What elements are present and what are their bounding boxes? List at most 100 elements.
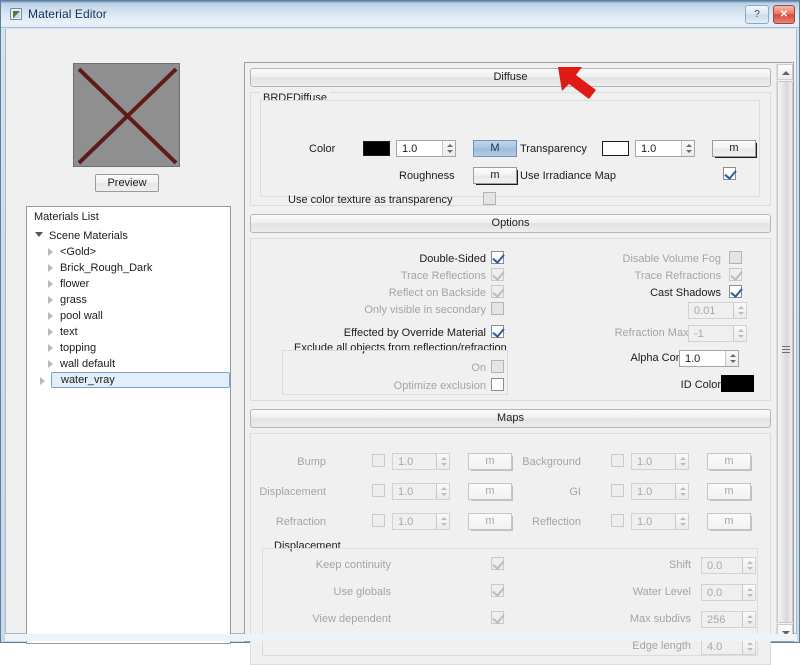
- bump-amount-spinner[interactable]: 1.0: [392, 453, 450, 470]
- spinner-arrows-icon[interactable]: [442, 141, 455, 156]
- spinner-arrows-icon[interactable]: [675, 454, 688, 469]
- gi-checkbox[interactable]: [611, 484, 624, 497]
- options-panel-header[interactable]: Options: [250, 214, 771, 233]
- scroll-up-arrow[interactable]: [777, 64, 793, 80]
- scrollbar-thumb[interactable]: [777, 81, 793, 623]
- keep-continuity-checkbox[interactable]: [491, 557, 504, 570]
- spinner-arrows-icon[interactable]: [733, 303, 746, 318]
- diffuse-color-swatch[interactable]: [363, 141, 390, 156]
- background-checkbox[interactable]: [611, 454, 624, 467]
- expand-arrow-down-icon[interactable]: [35, 232, 43, 237]
- use-irradiance-map-checkbox[interactable]: [723, 167, 736, 180]
- vertical-scrollbar[interactable]: [776, 64, 793, 640]
- expand-arrow-right-icon[interactable]: [48, 248, 53, 256]
- refraction-max-depth-spinner[interactable]: -1: [688, 325, 747, 342]
- background-map-button[interactable]: m: [707, 453, 751, 470]
- refraction-checkbox[interactable]: [372, 514, 385, 527]
- material-list-item[interactable]: pool wall: [27, 308, 230, 324]
- close-button[interactable]: ✕: [773, 5, 795, 24]
- background-amount-spinner[interactable]: 1.0: [631, 453, 689, 470]
- cutoff-spinner[interactable]: 0.01: [688, 302, 747, 319]
- spinner-arrows-icon[interactable]: [742, 639, 755, 654]
- transparency-map-button[interactable]: m: [712, 140, 756, 157]
- cast-shadows-checkbox[interactable]: [729, 285, 742, 298]
- bump-checkbox[interactable]: [372, 454, 385, 467]
- material-list-item[interactable]: wall default: [27, 356, 230, 372]
- spinner-arrows-icon[interactable]: [742, 558, 755, 573]
- water-level-spinner[interactable]: 0.0: [701, 584, 756, 601]
- material-preview-swatch[interactable]: [73, 63, 180, 167]
- transparency-amount-spinner[interactable]: 1.0: [635, 140, 695, 157]
- edge-length-label: Edge length: [632, 640, 691, 652]
- materials-tree[interactable]: Scene Materials <Gold> Brick_Rough_Darkfl…: [27, 228, 230, 388]
- spinner-arrows-icon[interactable]: [675, 484, 688, 499]
- shift-label: Shift: [668, 559, 691, 571]
- expand-arrow-right-icon[interactable]: [48, 280, 53, 288]
- refraction-label: Refraction: [275, 516, 326, 528]
- trace-refractions-checkbox[interactable]: [729, 268, 742, 281]
- material-list-item[interactable]: text: [27, 324, 230, 340]
- material-list-item[interactable]: grass: [27, 292, 230, 308]
- alpha-contribution-spinner[interactable]: 1.0: [679, 350, 739, 367]
- window-title: Material Editor: [28, 7, 107, 21]
- expand-arrow-right-icon[interactable]: [40, 377, 45, 385]
- spinner-arrows-icon[interactable]: [681, 141, 694, 156]
- help-button[interactable]: ?: [745, 5, 769, 24]
- material-list-item-label: Brick_Rough_Dark: [60, 262, 153, 274]
- double-sided-checkbox[interactable]: [491, 251, 504, 264]
- max-subdivs-value: 256: [707, 614, 726, 626]
- material-list-item[interactable]: water_vray: [40, 372, 230, 388]
- material-list-item[interactable]: topping: [27, 340, 230, 356]
- diffuse-color-amount-value: 1.0: [402, 143, 418, 155]
- diffuse-color-amount-spinner[interactable]: 1.0: [396, 140, 456, 157]
- id-color-swatch[interactable]: [721, 375, 754, 392]
- spinner-arrows-icon[interactable]: [733, 326, 746, 341]
- expand-arrow-right-icon[interactable]: [48, 328, 53, 336]
- preview-button[interactable]: Preview: [95, 174, 159, 192]
- material-list-item[interactable]: flower: [27, 276, 230, 292]
- material-list-item[interactable]: <Gold>: [27, 244, 230, 260]
- properties-scroll-pane: Diffuse BRDFDiffuse Color 1.0 M Transpar…: [244, 62, 794, 665]
- spinner-arrows-icon[interactable]: [742, 612, 755, 627]
- spinner-arrows-icon[interactable]: [436, 484, 449, 499]
- view-dependent-checkbox[interactable]: [491, 611, 504, 624]
- reflection-amount-spinner[interactable]: 1.0: [631, 513, 689, 530]
- shift-spinner[interactable]: 0.0: [701, 557, 756, 574]
- displacement-amount-spinner[interactable]: 1.0: [392, 483, 450, 500]
- exclude-on-checkbox[interactable]: [491, 360, 504, 373]
- effected-by-override-material-checkbox[interactable]: [491, 325, 504, 338]
- title-bar[interactable]: Material Editor ? ✕: [1, 1, 799, 28]
- spinner-arrows-icon[interactable]: [742, 585, 755, 600]
- spinner-arrows-icon[interactable]: [436, 514, 449, 529]
- roughness-map-button[interactable]: m: [473, 167, 517, 184]
- bump-label: Bump: [297, 456, 326, 468]
- spinner-arrows-icon[interactable]: [436, 454, 449, 469]
- reflection-checkbox[interactable]: [611, 514, 624, 527]
- maps-panel-header[interactable]: Maps: [250, 409, 771, 428]
- displacement-checkbox[interactable]: [372, 484, 385, 497]
- diffuse-color-map-button[interactable]: M: [473, 140, 517, 157]
- spinner-arrows-icon[interactable]: [675, 514, 688, 529]
- expand-arrow-right-icon[interactable]: [48, 264, 53, 272]
- disable-volume-fog-checkbox[interactable]: [729, 251, 742, 264]
- gi-map-button[interactable]: m: [707, 483, 751, 500]
- gi-amount-spinner[interactable]: 1.0: [631, 483, 689, 500]
- transparency-color-swatch[interactable]: [602, 141, 629, 156]
- reflection-map-button[interactable]: m: [707, 513, 751, 530]
- optimize-exclusion-checkbox[interactable]: [491, 378, 504, 391]
- reflect-on-backside-checkbox[interactable]: [491, 285, 504, 298]
- expand-arrow-right-icon[interactable]: [48, 312, 53, 320]
- max-subdivs-spinner[interactable]: 256: [701, 611, 756, 628]
- expand-arrow-right-icon[interactable]: [48, 360, 53, 368]
- tree-root-scene-materials[interactable]: Scene Materials: [27, 228, 230, 244]
- material-list-item[interactable]: Brick_Rough_Dark: [27, 260, 230, 276]
- only-visible-in-secondary-checkbox[interactable]: [491, 302, 504, 315]
- trace-reflections-checkbox[interactable]: [491, 268, 504, 281]
- spinner-arrows-icon[interactable]: [725, 351, 738, 366]
- use-globals-checkbox[interactable]: [491, 584, 504, 597]
- refraction-amount-spinner[interactable]: 1.0: [392, 513, 450, 530]
- diffuse-panel-header[interactable]: Diffuse: [250, 68, 771, 87]
- use-color-texture-checkbox[interactable]: [483, 192, 496, 205]
- expand-arrow-right-icon[interactable]: [48, 344, 53, 352]
- expand-arrow-right-icon[interactable]: [48, 296, 53, 304]
